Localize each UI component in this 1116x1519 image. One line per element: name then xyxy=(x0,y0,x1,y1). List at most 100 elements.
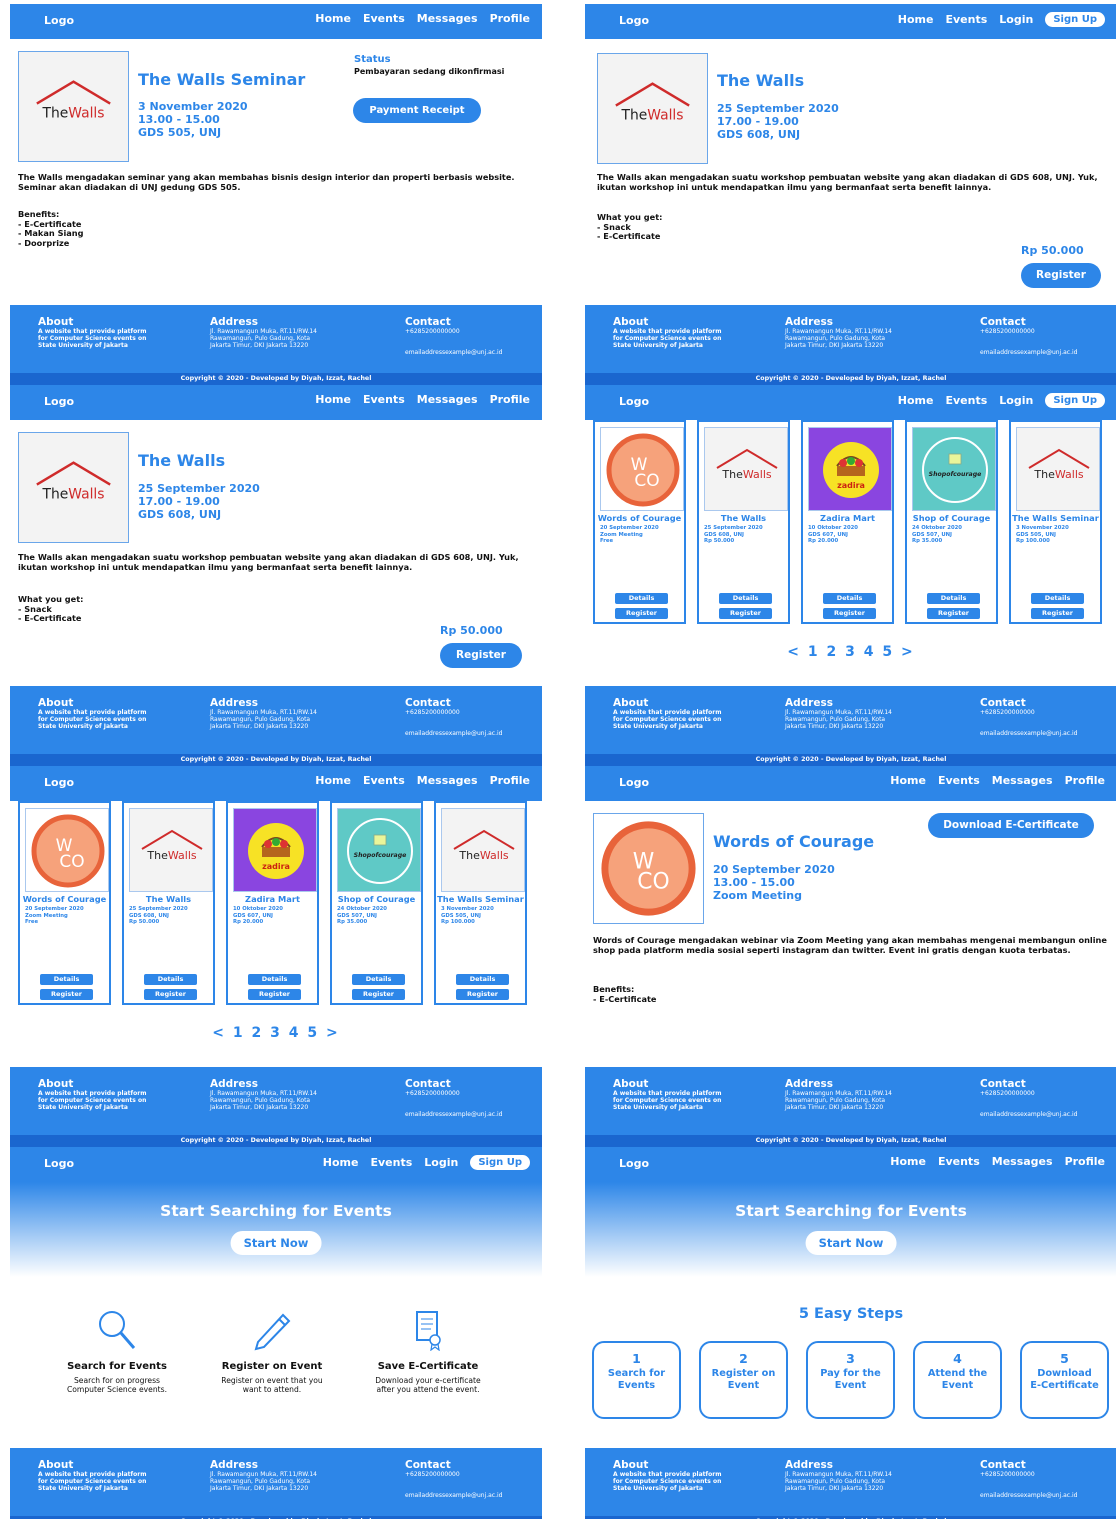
footer-contact-email[interactable]: emailaddressexample@unj.ac.id xyxy=(980,1111,1077,1118)
footer-contact-email[interactable]: emailaddressexample@unj.ac.id xyxy=(980,1492,1077,1499)
payment-receipt-button[interactable]: Payment Receipt xyxy=(353,98,481,123)
footer-address-text: Jl. Rawamangun Muka, RT.11/RW.14 Rawaman… xyxy=(785,328,892,349)
details-button[interactable]: Details xyxy=(144,974,197,985)
footer-contact-phone: +6285200000000 xyxy=(405,328,460,335)
event-date: 3 November 2020 xyxy=(138,100,248,113)
panel-walls-member: Logo Home Events Messages Profile TheWal… xyxy=(10,385,542,766)
footer-contact-title: Contact xyxy=(405,697,451,709)
nav-messages[interactable]: Messages xyxy=(417,12,478,25)
register-button[interactable]: Register xyxy=(719,608,772,619)
register-button[interactable]: Register xyxy=(144,989,197,1000)
nav-home[interactable]: Home xyxy=(315,12,351,25)
register-button[interactable]: Register xyxy=(456,989,509,1000)
nav-events[interactable]: Events xyxy=(938,774,980,787)
nav-messages[interactable]: Messages xyxy=(992,774,1053,787)
event-card: zadira Zadira Mart 10 Oktober 2020 GDS 607… xyxy=(226,801,319,1005)
nav-login[interactable]: Login xyxy=(999,13,1033,26)
details-button[interactable]: Details xyxy=(823,593,876,604)
nav-home[interactable]: Home xyxy=(890,1155,926,1168)
register-button[interactable]: Register xyxy=(352,989,405,1000)
nav-logo[interactable]: Logo xyxy=(619,14,649,27)
nav-home[interactable]: Home xyxy=(890,774,926,787)
event-image: TheWalls xyxy=(18,51,129,162)
nav-profile[interactable]: Profile xyxy=(490,12,530,25)
event-thumbnail[interactable]: zadira xyxy=(233,808,317,892)
footer-contact-phone: +6285200000000 xyxy=(405,1471,460,1478)
register-button[interactable]: Register xyxy=(40,989,93,1000)
event-place: GDS 505, UNJ xyxy=(138,126,222,139)
nav-home[interactable]: Home xyxy=(898,13,934,26)
nav-events[interactable]: Events xyxy=(363,393,405,406)
event-thumbnail[interactable]: zadira xyxy=(808,427,892,511)
footer-about-text: A website that provide platform for Comp… xyxy=(38,1471,147,1492)
footer-contact-email[interactable]: emailaddressexample@unj.ac.id xyxy=(405,1492,502,1499)
footer-contact-email[interactable]: emailaddressexample@unj.ac.id xyxy=(405,349,502,356)
event-thumbnail[interactable]: TheWalls xyxy=(129,808,213,892)
event-thumbnail[interactable]: Shopofcourage xyxy=(912,427,996,511)
details-button[interactable]: Details xyxy=(456,974,509,985)
nav-events[interactable]: Events xyxy=(945,13,987,26)
register-button[interactable]: Register xyxy=(823,608,876,619)
register-button[interactable]: Register xyxy=(248,989,301,1000)
details-button[interactable]: Details xyxy=(248,974,301,985)
nav-signup-button[interactable]: Sign Up xyxy=(470,1155,530,1170)
nav-home[interactable]: Home xyxy=(323,1156,359,1169)
register-button[interactable]: Register xyxy=(615,608,668,619)
navbar: Logo Home Events Messages Profile xyxy=(585,1147,1116,1182)
event-thumbnail[interactable]: Shopofcourage xyxy=(337,808,421,892)
event-thumbnail[interactable]: TheWalls xyxy=(704,427,788,511)
details-button[interactable]: Details xyxy=(719,593,772,604)
nav-logo[interactable]: Logo xyxy=(44,1157,74,1170)
nav-home[interactable]: Home xyxy=(315,393,351,406)
footer-contact-email[interactable]: emailaddressexample@unj.ac.id xyxy=(980,349,1077,356)
download-certificate-button[interactable]: Download E-Certificate xyxy=(928,813,1094,838)
svg-text:CO: CO xyxy=(59,852,84,872)
footer-contact-title: Contact xyxy=(980,316,1026,328)
nav-logo[interactable]: Logo xyxy=(44,14,74,27)
pagination[interactable]: < 1 2 3 4 5 > xyxy=(10,1025,542,1041)
event-card-title: Shop of Courage xyxy=(337,894,416,904)
nav-messages[interactable]: Messages xyxy=(992,1155,1053,1168)
event-title: The Walls xyxy=(138,451,226,470)
footer-contact-email[interactable]: emailaddressexample@unj.ac.id xyxy=(980,730,1077,737)
details-button[interactable]: Details xyxy=(40,974,93,985)
footer-contact-email[interactable]: emailaddressexample@unj.ac.id xyxy=(405,730,502,737)
footer-about-text: A website that provide platform for Comp… xyxy=(613,1471,722,1492)
nav-signup-button[interactable]: Sign Up xyxy=(1045,12,1105,27)
event-image: TheWalls xyxy=(597,53,708,164)
nav-messages[interactable]: Messages xyxy=(417,393,478,406)
nav-logo[interactable]: Logo xyxy=(619,1157,649,1170)
start-now-button[interactable]: Start Now xyxy=(230,1231,322,1255)
nav-events[interactable]: Events xyxy=(363,12,405,25)
footer-about-text: A website that provide platform for Comp… xyxy=(613,709,722,730)
register-button[interactable]: Register xyxy=(1021,263,1101,288)
footer-address-title: Address xyxy=(210,1078,258,1090)
nav-logo[interactable]: Logo xyxy=(619,776,649,789)
event-thumbnail[interactable]: TheWalls xyxy=(1016,427,1100,511)
nav-profile[interactable]: Profile xyxy=(1065,774,1105,787)
event-card: zadira Zadira Mart 10 Oktober 2020 GDS 607… xyxy=(801,420,894,624)
details-button[interactable]: Details xyxy=(927,593,980,604)
nav-events[interactable]: Events xyxy=(938,1155,980,1168)
nav-logo[interactable]: Logo xyxy=(44,395,74,408)
nav-profile[interactable]: Profile xyxy=(490,393,530,406)
register-button[interactable]: Register xyxy=(1031,608,1084,619)
details-button[interactable]: Details xyxy=(1031,593,1084,604)
event-thumbnail[interactable]: W CO xyxy=(25,808,109,892)
nav-events[interactable]: Events xyxy=(370,1156,412,1169)
details-button[interactable]: Details xyxy=(352,974,405,985)
nav-login[interactable]: Login xyxy=(424,1156,458,1169)
nav-profile[interactable]: Profile xyxy=(1065,1155,1105,1168)
start-now-button[interactable]: Start Now xyxy=(805,1231,897,1255)
event-card-info: 20 September 2020 Zoom Meeting Free xyxy=(25,906,84,925)
register-button[interactable]: Register xyxy=(927,608,980,619)
event-thumbnail[interactable]: TheWalls xyxy=(441,808,525,892)
register-button[interactable]: Register xyxy=(440,643,522,668)
event-card-info: 25 September 2020 GDS 608, UNJ Rp 50.000 xyxy=(704,525,763,544)
details-button[interactable]: Details xyxy=(615,593,668,604)
footer-contact-email[interactable]: emailaddressexample@unj.ac.id xyxy=(405,1111,502,1118)
event-thumbnail[interactable]: W CO xyxy=(600,427,684,511)
pagination[interactable]: < 1 2 3 4 5 > xyxy=(585,644,1116,660)
footer-contact-phone: +6285200000000 xyxy=(980,709,1035,716)
feature-title: Register on Event xyxy=(221,1361,323,1372)
